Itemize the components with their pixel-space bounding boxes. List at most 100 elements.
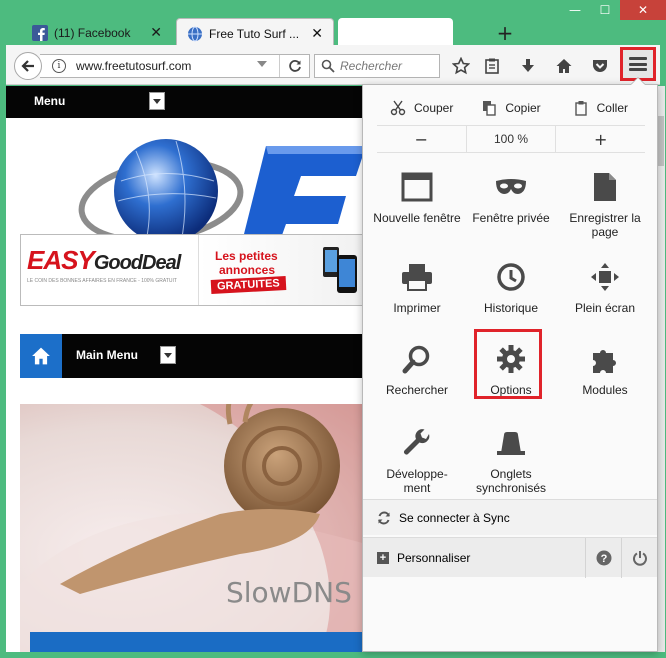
article-title-strip[interactable] <box>30 632 366 652</box>
developer-button[interactable]: Développe-ment <box>373 419 461 499</box>
scrollbar-thumb[interactable] <box>657 116 664 166</box>
image-caption: SlowDNS <box>226 576 352 609</box>
zoom-out-button[interactable]: − <box>377 126 466 152</box>
copy-icon <box>483 101 497 116</box>
menu-panel: Couper Copier Coller − 100 % + Nouvelle … <box>362 84 658 652</box>
downloads-button[interactable] <box>514 53 542 79</box>
url-dropdown-icon[interactable] <box>257 61 267 67</box>
customize-label: Personnaliser <box>397 550 471 565</box>
synced-tabs-label: Onglets synchronisés <box>475 467 547 495</box>
tab-scroll-icon[interactable] <box>457 24 487 44</box>
new-tab-button[interactable]: + <box>490 22 520 46</box>
bookmark-star-button[interactable] <box>447 53 475 79</box>
zoom-in-button[interactable]: + <box>556 126 645 152</box>
tab-title: (11) Facebook <box>54 26 131 40</box>
site-menu-select[interactable] <box>149 92 165 110</box>
private-window-button[interactable]: Fenêtre privée <box>467 163 555 243</box>
globe-icon <box>188 26 202 41</box>
window-icon <box>401 172 433 202</box>
site-home-button[interactable] <box>20 334 62 378</box>
zoom-reset-button[interactable]: 100 % <box>465 126 557 152</box>
close-tab-icon[interactable]: ✕ <box>150 25 162 41</box>
help-icon: ? <box>596 550 611 565</box>
ad-line-3: GRATUITES <box>210 276 287 294</box>
copy-button[interactable]: Copier <box>466 95 555 121</box>
ad-brand-black: GoodDeal <box>93 252 181 274</box>
reload-button[interactable] <box>279 55 309 77</box>
tab-title: Free Tuto Surf ... <box>209 26 300 41</box>
search-icon <box>321 59 335 73</box>
sync-signin-button[interactable]: Se connecter à Sync <box>363 499 657 535</box>
tab-blank[interactable] <box>338 18 453 48</box>
url-bar[interactable]: i www.freetutosurf.com <box>40 54 310 78</box>
clock-icon <box>497 263 525 291</box>
info-icon[interactable]: i <box>52 59 66 73</box>
bookmarks-list-button[interactable] <box>478 53 506 79</box>
new-window-label: Nouvelle fenêtre <box>373 211 461 225</box>
snail-illustration <box>20 404 366 652</box>
phones-image <box>323 247 357 293</box>
paste-button[interactable]: Coller <box>556 95 645 121</box>
page-icon <box>594 173 616 201</box>
private-window-label: Fenêtre privée <box>472 211 550 225</box>
back-arrow-icon <box>21 60 34 72</box>
find-label: Rechercher <box>385 383 449 397</box>
cut-button[interactable]: Couper <box>377 95 466 121</box>
tab-freetutosurf[interactable]: Free Tuto Surf ... ✕ <box>176 18 334 48</box>
help-button[interactable]: ? <box>585 537 621 578</box>
home-icon <box>556 59 572 73</box>
clipboard-list-icon <box>485 58 499 74</box>
new-window-button[interactable]: Nouvelle fenêtre <box>373 163 461 243</box>
ad-tagline: LE COIN DES BONNES AFFAIRES EN FRANCE - … <box>27 278 177 284</box>
history-button[interactable]: Historique <box>467 253 555 333</box>
addons-button[interactable]: Modules <box>561 335 649 415</box>
cut-label: Couper <box>413 101 454 115</box>
fullscreen-button[interactable]: Plein écran <box>561 253 649 333</box>
save-page-label: Enregistrer la page <box>569 211 641 239</box>
svg-text:?: ? <box>600 553 607 565</box>
ad-line-1: Les petites <box>215 249 278 263</box>
main-menu-bar: Main Menu <box>20 334 366 378</box>
edit-controls: Couper Copier Coller <box>377 95 645 121</box>
home-button[interactable] <box>550 53 578 79</box>
save-page-button[interactable]: Enregistrer la page <box>561 163 649 243</box>
ad-offer-block: Les petites annonces GRATUITES <box>199 235 365 305</box>
site-menu-label: Menu <box>34 94 66 108</box>
url-text[interactable]: www.freetutosurf.com <box>76 59 191 73</box>
search-placeholder: Rechercher <box>340 59 403 73</box>
ad-line-2: annonces <box>219 263 276 277</box>
close-tab-icon[interactable]: ✕ <box>311 26 323 42</box>
article-image[interactable]: SlowDNS <box>20 404 366 652</box>
pocket-icon <box>593 60 607 72</box>
download-arrow-icon <box>522 59 534 72</box>
search-bar[interactable]: Rechercher <box>314 54 440 78</box>
print-label: Imprimer <box>393 301 441 315</box>
printer-icon <box>402 264 432 291</box>
reload-icon <box>288 60 301 72</box>
pocket-button[interactable] <box>586 53 614 79</box>
ad-banner[interactable]: EASYGoodDeal LE COIN DES BONNES AFFAIRES… <box>20 234 366 306</box>
quit-button[interactable] <box>621 537 657 578</box>
options-button[interactable]: Options <box>467 335 555 415</box>
main-menu-select[interactable] <box>160 346 176 364</box>
nav-bar: i www.freetutosurf.com Rechercher <box>6 45 660 85</box>
find-button[interactable]: Rechercher <box>373 335 461 415</box>
panel-arrow-inner <box>631 78 645 85</box>
panel-footer: + Personnaliser ? <box>363 537 657 578</box>
tab-strip: (11) Facebook ✕ Free Tuto Surf ... ✕ + <box>0 14 666 48</box>
facebook-icon <box>32 25 48 41</box>
back-button[interactable] <box>14 52 42 80</box>
options-label: Options <box>490 383 532 397</box>
open-menu-button[interactable] <box>620 47 656 81</box>
hamburger-icon <box>629 57 647 71</box>
tab-facebook[interactable]: (11) Facebook ✕ <box>22 18 172 48</box>
ad-brand-block: EASYGoodDeal LE COIN DES BONNES AFFAIRES… <box>21 235 199 305</box>
customize-button[interactable]: + Personnaliser <box>363 551 585 565</box>
magnifier-icon <box>402 345 430 374</box>
synced-tabs-button[interactable]: Onglets synchronisés <box>467 419 555 499</box>
print-button[interactable]: Imprimer <box>373 253 461 333</box>
sync-icon <box>378 511 390 524</box>
plus-icon: + <box>377 551 389 564</box>
scissors-icon <box>390 100 406 116</box>
wrench-icon <box>404 429 430 455</box>
